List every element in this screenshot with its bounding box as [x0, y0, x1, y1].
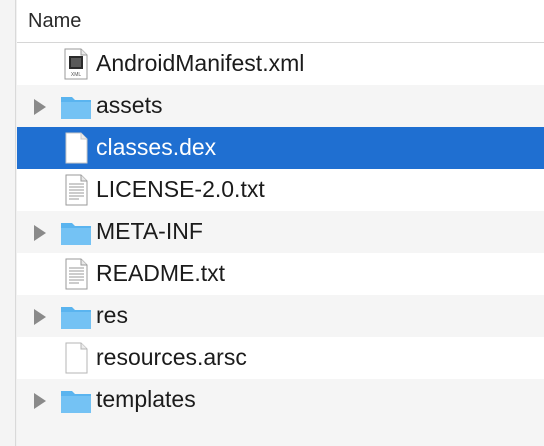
document-icon — [65, 132, 88, 164]
file-name: LICENSE-2.0.txt — [96, 176, 265, 202]
folder-icon — [61, 97, 91, 119]
file-row-license[interactable]: LICENSE-2.0.txt — [17, 169, 544, 211]
file-name: README.txt — [96, 260, 226, 286]
svg-text:XML: XML — [71, 72, 82, 78]
disclosure-triangle-icon[interactable] — [34, 309, 46, 325]
folder-row-res[interactable]: res — [17, 295, 544, 337]
folder-row-templates[interactable]: templates — [17, 379, 544, 421]
empty-list-area — [17, 421, 544, 446]
text-file-icon — [65, 258, 88, 290]
folder-name: res — [96, 302, 128, 328]
xml-file-icon: XML — [64, 48, 88, 80]
folder-row-assets[interactable]: assets — [17, 85, 544, 127]
file-name: AndroidManifest.xml — [96, 50, 305, 76]
folder-icon — [61, 307, 91, 329]
folder-row-meta-inf[interactable]: META-INF — [17, 211, 544, 253]
file-name: classes.dex — [96, 134, 217, 160]
document-icon — [65, 342, 88, 374]
file-row-resources-arsc[interactable]: resources.arsc — [17, 337, 544, 379]
disclosure-triangle-icon[interactable] — [34, 225, 46, 241]
file-name: resources.arsc — [96, 344, 247, 370]
disclosure-triangle-icon[interactable] — [34, 99, 46, 115]
folder-name: templates — [96, 386, 196, 412]
file-row-readme[interactable]: README.txt — [17, 253, 544, 295]
column-header-label: Name — [28, 10, 82, 32]
sidebar-strip — [0, 0, 16, 446]
folder-icon — [61, 391, 91, 413]
file-list: XML AndroidManifest.xml assets classes.d… — [17, 43, 544, 421]
text-file-icon — [65, 174, 88, 206]
column-header-name[interactable]: Name — [17, 0, 544, 43]
file-row-classes-dex[interactable]: classes.dex — [17, 127, 544, 169]
folder-icon — [61, 223, 91, 245]
folder-name: assets — [96, 92, 163, 118]
folder-name: META-INF — [96, 218, 203, 244]
disclosure-triangle-icon[interactable] — [34, 393, 46, 409]
file-row-androidmanifest[interactable]: XML AndroidManifest.xml — [17, 43, 544, 85]
